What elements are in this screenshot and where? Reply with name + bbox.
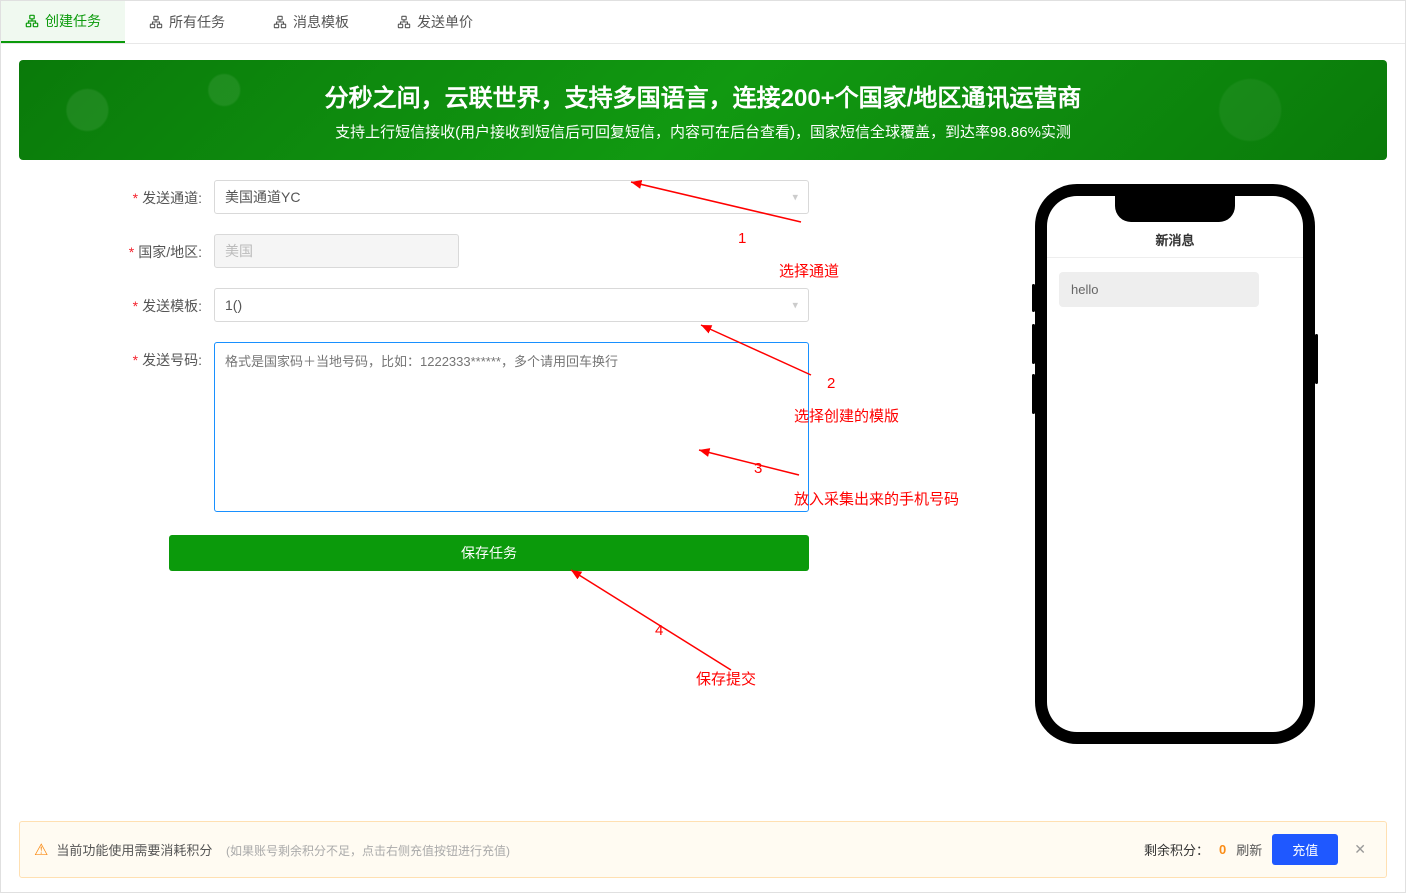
number-label: *发送号码: [19,342,214,370]
warning-icon: ⚠ [34,840,48,860]
phone-preview: 新消息 hello [1035,184,1315,744]
tab-label: 发送单价 [417,12,473,32]
template-select[interactable]: 1() ▾ [214,288,809,322]
save-task-button[interactable]: 保存任务 [169,535,809,571]
annotation-text-4: 保存提交 [696,668,756,689]
annotation-number-4: 4 [655,622,663,639]
tab-send-price[interactable]: 发送单价 [373,1,497,43]
country-label: *国家/地区: [19,234,214,262]
tab-message-template[interactable]: 消息模板 [249,1,373,43]
sitemap-icon [149,15,163,29]
channel-select[interactable]: 美国通道YC ▾ [214,180,809,214]
tab-all-tasks[interactable]: 所有任务 [125,1,249,43]
tab-label: 所有任务 [169,12,225,32]
tab-create-task[interactable]: 创建任务 [1,1,125,43]
footer-note-text: (如果账号剩余积分不足，点击右侧充值按钮进行充值) [226,844,510,858]
annotation-arrow-4 [561,560,741,680]
balance-label: 剩余积分： [1144,840,1209,859]
annotation-text-3: 放入采集出来的手机号码 [794,488,959,509]
recharge-button[interactable]: 充值 [1272,834,1338,865]
banner-subtitle: 支持上行短信接收(用户接收到短信后可回复短信，内容可在后台查看)，国家短信全球覆… [39,121,1367,142]
country-input[interactable]: 美国 [214,234,459,268]
sitemap-icon [397,15,411,29]
annotation-number-2: 2 [827,375,835,392]
channel-value: 美国通道YC [225,187,300,207]
refresh-link[interactable]: 刷新 [1236,840,1262,859]
channel-label: *发送通道: [19,180,214,208]
template-label: *发送模板: [19,288,214,316]
footer-main-text: 当前功能使用需要消耗积分 [56,843,212,858]
balance-value: 0 [1219,842,1226,857]
hero-banner: 分秒之间，云联世界，支持多国语言，连接200+个国家/地区通讯运营商 支持上行短… [19,60,1387,160]
points-notice-bar: ⚠ 当前功能使用需要消耗积分 (如果账号剩余积分不足，点击右侧充值按钮进行充值)… [19,821,1387,878]
tab-bar: 创建任务 所有任务 消息模板 发送单价 [1,1,1405,44]
chevron-down-icon: ▾ [792,191,798,204]
tab-label: 创建任务 [45,11,101,31]
sitemap-icon [273,15,287,29]
chevron-down-icon: ▾ [792,299,798,312]
template-value: 1() [225,297,242,313]
phone-numbers-textarea[interactable] [214,342,809,512]
tab-label: 消息模板 [293,12,349,32]
task-form: *发送通道: 美国通道YC ▾ *国家/地区: 美国 *发送模板: [19,180,809,571]
sitemap-icon [25,14,39,28]
annotation-text-2: 选择创建的模版 [794,405,899,426]
phone-message-bubble: hello [1059,272,1259,307]
banner-title: 分秒之间，云联世界，支持多国语言，连接200+个国家/地区通讯运营商 [39,78,1367,113]
close-icon[interactable]: ✕ [1348,841,1372,858]
country-value: 美国 [225,241,253,261]
